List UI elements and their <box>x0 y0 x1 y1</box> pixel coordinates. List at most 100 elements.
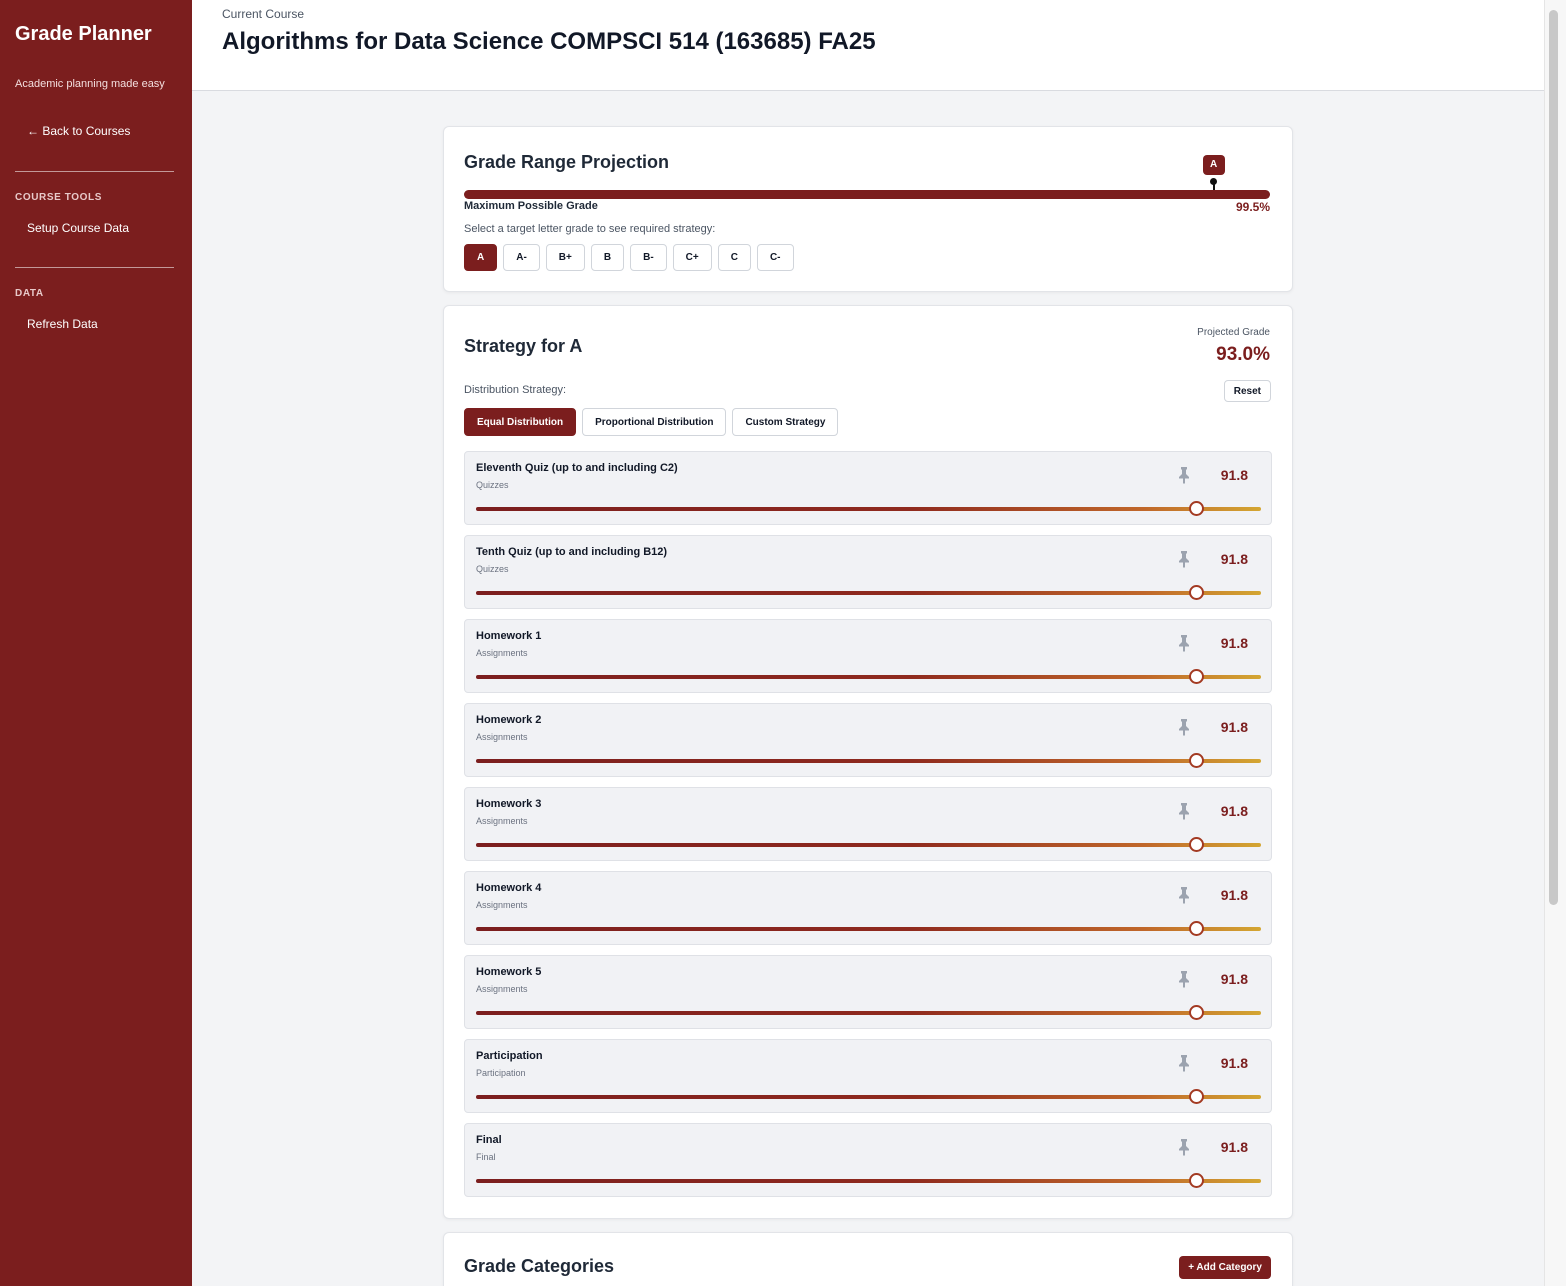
pin-icon[interactable] <box>1176 466 1192 484</box>
assessment-item: Eleventh Quiz (up to and including C2) Qu… <box>464 451 1272 525</box>
score-slider-thumb[interactable] <box>1189 585 1205 600</box>
grade-button-b-plus[interactable]: B+ <box>545 244 585 271</box>
projected-grade-label: Projected Grade <box>1197 327 1270 338</box>
grade-categories-title: Grade Categories <box>464 1256 615 1276</box>
grade-range-projection-card: Grade Range Projection A Maximum Possibl… <box>443 126 1293 292</box>
assessment-name: Final <box>476 1134 502 1146</box>
assessment-name: Homework 4 <box>476 882 542 894</box>
grade-button-c[interactable]: C <box>717 244 751 271</box>
assessment-name: Tenth Quiz (up to and including B12) <box>476 546 668 558</box>
assessment-name: Homework 5 <box>476 966 542 978</box>
assessment-category: Assignments <box>476 900 528 910</box>
score-slider-thumb[interactable] <box>1189 1173 1205 1188</box>
score-slider-thumb[interactable] <box>1189 837 1205 852</box>
score-slider[interactable] <box>476 585 1261 600</box>
sidebar-divider <box>15 171 174 172</box>
assessment-category: Assignments <box>476 732 528 742</box>
pin-icon[interactable] <box>1176 550 1192 568</box>
grade-button-b[interactable]: B- <box>630 244 667 271</box>
assessment-item: Tenth Quiz (up to and including B12) Quiz… <box>464 535 1272 609</box>
assessment-name: Homework 2 <box>476 714 542 726</box>
custom-strategy-button[interactable]: Custom Strategy <box>732 408 839 436</box>
pin-icon[interactable] <box>1176 886 1192 904</box>
max-possible-grade-value: 99.5% <box>1235 200 1270 214</box>
grade-button-a[interactable]: A <box>464 244 498 271</box>
assessment-category: Quizzes <box>476 564 509 574</box>
assessment-score-value: 91.8 <box>1220 803 1248 819</box>
sidebar-section-data: DATA <box>15 288 44 299</box>
assessment-score-value: 91.8 <box>1220 635 1248 651</box>
grade-marker-badge: A <box>1202 155 1225 175</box>
score-slider[interactable] <box>476 921 1261 936</box>
score-slider[interactable] <box>476 669 1261 684</box>
app-tagline: Academic planning made easy <box>15 78 165 90</box>
assessment-name: Participation <box>476 1050 543 1062</box>
equal-distribution-button[interactable]: Equal Distribution <box>464 408 577 436</box>
assessment-category: Assignments <box>476 816 528 826</box>
assessment-item: Participation Participation 91.8 <box>464 1039 1272 1113</box>
assessment-category: Participation <box>476 1068 526 1078</box>
back-to-courses-link[interactable]: ← Back to Courses <box>27 124 130 138</box>
pin-icon[interactable] <box>1176 970 1192 988</box>
app-title: Grade Planner <box>15 23 152 45</box>
distribution-strategy-label: Distribution Strategy: <box>464 384 567 396</box>
target-grade-buttons: A A- B+ B B- C+ C C- <box>464 244 794 271</box>
assessment-name: Homework 1 <box>476 630 542 642</box>
assessment-item: Homework 3 Assignments 91.8 <box>464 787 1272 861</box>
score-slider[interactable] <box>476 1005 1261 1020</box>
pin-icon[interactable] <box>1176 1138 1192 1156</box>
strategy-card: Strategy for A Projected Grade 93.0% Dis… <box>443 305 1293 1219</box>
assessment-category: Final <box>476 1152 496 1162</box>
target-grade-instructions: Select a target letter grade to see requ… <box>464 223 716 235</box>
proportional-distribution-button[interactable]: Proportional Distribution <box>582 408 727 436</box>
strategy-title: Strategy for A <box>464 336 583 356</box>
pin-icon[interactable] <box>1176 718 1192 736</box>
assessment-name: Homework 3 <box>476 798 542 810</box>
add-category-button[interactable]: + Add Category <box>1179 1256 1271 1279</box>
assessment-item: Homework 5 Assignments 91.8 <box>464 955 1272 1029</box>
score-slider[interactable] <box>476 1173 1261 1188</box>
assessment-score-value: 91.8 <box>1220 887 1248 903</box>
sidebar-divider <box>15 267 174 268</box>
pin-icon[interactable] <box>1176 802 1192 820</box>
assessment-item: Final Final 91.8 <box>464 1123 1272 1197</box>
assessment-item: Homework 4 Assignments 91.8 <box>464 871 1272 945</box>
score-slider[interactable] <box>476 753 1261 768</box>
sidebar-section-course-tools: COURSE TOOLS <box>15 192 103 203</box>
score-slider-thumb[interactable] <box>1189 669 1205 684</box>
grade-button-c-plus[interactable]: C+ <box>672 244 712 271</box>
score-slider[interactable] <box>476 501 1261 516</box>
projected-grade-value: 93.0% <box>1216 344 1270 365</box>
score-slider-thumb[interactable] <box>1189 921 1205 936</box>
score-slider-thumb[interactable] <box>1189 753 1205 768</box>
assessment-category: Quizzes <box>476 480 509 490</box>
score-slider-thumb[interactable] <box>1189 1089 1205 1104</box>
scrollbar-thumb[interactable] <box>1549 10 1558 905</box>
sidebar-item-setup-course-data[interactable]: Setup Course Data <box>27 221 129 235</box>
pin-icon[interactable] <box>1176 1054 1192 1072</box>
distribution-strategy-buttons: Equal Distribution Proportional Distribut… <box>464 408 839 436</box>
grade-categories-card: Grade Categories + Add Category <box>443 1232 1293 1286</box>
grade-button-c[interactable]: C- <box>756 244 794 271</box>
score-slider-thumb[interactable] <box>1189 1005 1205 1020</box>
projection-title: Grade Range Projection <box>464 152 670 172</box>
assessment-score-value: 91.8 <box>1220 467 1248 483</box>
score-slider-thumb[interactable] <box>1189 501 1205 516</box>
assessment-score-value: 91.8 <box>1220 1055 1248 1071</box>
pin-icon[interactable] <box>1176 634 1192 652</box>
assessment-score-value: 91.8 <box>1220 971 1248 987</box>
assessment-item: Homework 1 Assignments 91.8 <box>464 619 1272 693</box>
grade-button-a[interactable]: A- <box>503 244 540 271</box>
score-slider[interactable] <box>476 837 1261 852</box>
score-slider[interactable] <box>476 1089 1261 1104</box>
assessment-score-value: 91.8 <box>1220 719 1248 735</box>
page-scrollbar[interactable] <box>1544 0 1566 1286</box>
assessment-list: Eleventh Quiz (up to and including C2) Qu… <box>464 451 1272 1207</box>
grade-button-b[interactable]: B <box>590 244 625 271</box>
reset-button[interactable]: Reset <box>1223 380 1271 402</box>
assessment-score-value: 91.8 <box>1220 551 1248 567</box>
sidebar-item-refresh-data[interactable]: Refresh Data <box>27 317 98 331</box>
max-possible-grade-label: Maximum Possible Grade <box>464 200 598 212</box>
assessment-score-value: 91.8 <box>1220 1139 1248 1155</box>
assessment-name: Eleventh Quiz (up to and including C2) <box>476 462 678 474</box>
